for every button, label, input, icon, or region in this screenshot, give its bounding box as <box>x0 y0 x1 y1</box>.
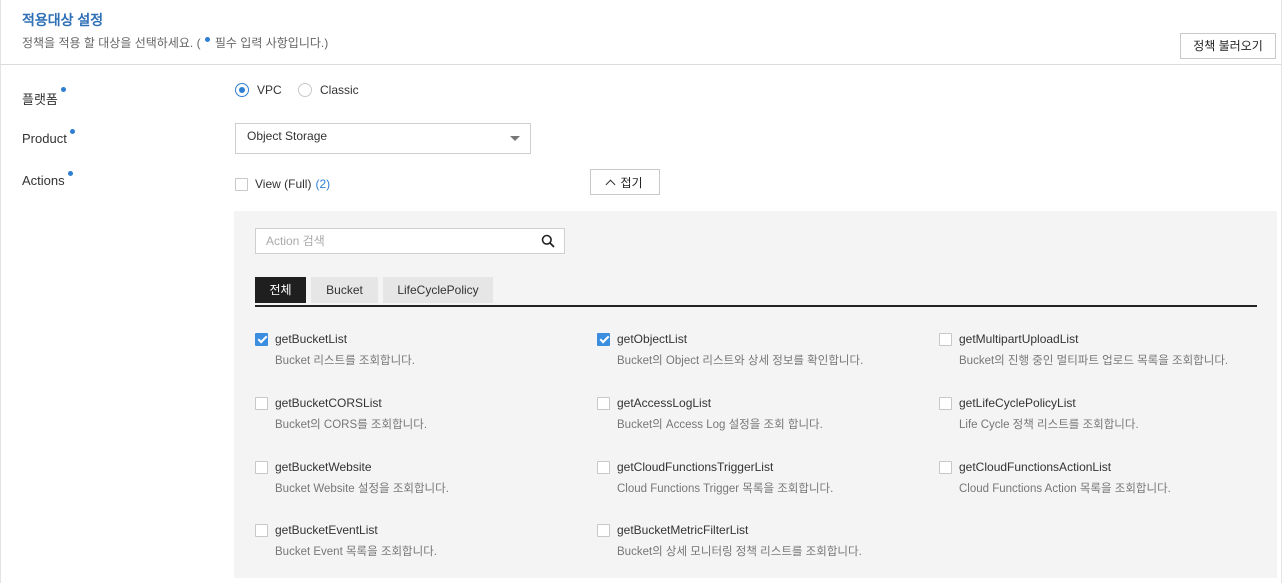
checkbox-checked-icon <box>597 332 610 346</box>
radio-classic[interactable]: Classic <box>298 83 359 97</box>
radio-circle-icon <box>235 83 249 97</box>
required-dot-icon <box>204 37 210 42</box>
action-name: getBucketCORSList <box>275 396 382 410</box>
search-icon[interactable] <box>541 234 555 248</box>
checkbox-icon <box>597 523 610 537</box>
action-desc: Bucket 리스트를 조회합니다. <box>275 355 415 367</box>
action-checkbox-row[interactable]: getAccessLogList <box>597 396 823 410</box>
action-item-getcloudfunctionstriggerlist: getCloudFunctionsTriggerList Cloud Funct… <box>597 460 833 496</box>
section-description-suffix: 필수 입력 사항입니다.) <box>211 36 329 50</box>
actions-label-text: Actions <box>22 173 65 188</box>
action-item-getbucketmetricfilterlist: getBucketMetricFilterList Bucket의 상세 모니터… <box>597 523 862 559</box>
action-item-getlifecyclepolicylist: getLifeCyclePolicyList Life Cycle 정책 리스트… <box>939 396 1139 432</box>
action-desc: Bucket Event 목록을 조회합니다. <box>275 546 437 558</box>
action-name: getBucketEventList <box>275 523 378 537</box>
action-checkbox-row[interactable]: getCloudFunctionsActionList <box>939 460 1171 474</box>
checkbox-checked-icon <box>255 332 268 346</box>
checkbox-icon <box>235 177 248 191</box>
tab-lifecyclepolicy[interactable]: LifeCyclePolicy <box>383 277 493 303</box>
action-checkbox-row[interactable]: getBucketMetricFilterList <box>597 523 862 537</box>
action-search-input[interactable] <box>256 229 536 253</box>
checkbox-icon <box>597 396 610 410</box>
section-description-text: 정책을 적용 할 대상을 선택하세요. ( <box>22 36 201 50</box>
action-name: getLifeCyclePolicyList <box>959 396 1076 410</box>
action-item-getbucketlist: getBucketList Bucket 리스트를 조회합니다. <box>255 332 415 368</box>
checkbox-icon <box>255 396 268 410</box>
checkbox-icon <box>939 396 952 410</box>
action-name: getAccessLogList <box>617 396 712 410</box>
checkbox-icon <box>255 523 268 537</box>
action-item-getobjectlist: getObjectList Bucket의 Object 리스트와 상세 정보를… <box>597 332 863 368</box>
radio-vpc[interactable]: VPC <box>235 83 282 97</box>
action-desc: Life Cycle 정책 리스트를 조회합니다. <box>959 419 1139 431</box>
frame-left-border <box>0 0 1 583</box>
action-checkbox-row[interactable]: getLifeCyclePolicyList <box>939 396 1139 410</box>
tab-all[interactable]: 전체 <box>255 277 306 303</box>
checkbox-icon <box>255 460 268 474</box>
action-checkbox-row[interactable]: getBucketList <box>255 332 415 346</box>
action-name: getBucketWebsite <box>275 460 372 474</box>
caret-down-icon <box>510 136 520 141</box>
checkbox-icon <box>597 460 610 474</box>
radio-circle-icon <box>298 83 312 97</box>
product-label-text: Product <box>22 131 67 146</box>
product-select[interactable]: Object Storage <box>235 123 531 154</box>
load-policy-button[interactable]: 정책 불러오기 <box>1180 33 1276 59</box>
view-full-checkbox[interactable]: View (Full) (2) <box>235 177 330 191</box>
action-item-getmultipartuploadlist: getMultipartUploadList Bucket의 진행 중인 멀티파… <box>939 332 1228 368</box>
action-search-box <box>255 228 565 254</box>
chevron-up-icon <box>606 179 616 189</box>
action-item-getaccessloglist: getAccessLogList Bucket의 Access Log 설정을 … <box>597 396 823 432</box>
collapse-button[interactable]: 접기 <box>590 169 660 195</box>
action-name: getObjectList <box>617 332 688 346</box>
action-desc: Cloud Functions Trigger 목록을 조회합니다. <box>617 483 834 495</box>
action-item-getbucketeventlist: getBucketEventList Bucket Event 목록을 조회합니… <box>255 523 437 559</box>
required-dot-icon <box>67 171 73 176</box>
action-name: getBucketMetricFilterList <box>617 523 749 537</box>
action-name: getBucketList <box>275 332 348 346</box>
section-description: 정책을 적용 할 대상을 선택하세요. ( 필수 입력 사항입니다.) <box>22 34 328 51</box>
action-tabs: 전체 Bucket LifeCyclePolicy <box>255 277 1257 307</box>
platform-label-text: 플랫폼 <box>22 92 58 107</box>
action-desc: Bucket의 Access Log 설정을 조회 합니다. <box>617 419 823 431</box>
action-checkbox-row[interactable]: getBucketCORSList <box>255 396 427 410</box>
action-name: getCloudFunctionsActionList <box>959 460 1112 474</box>
view-full-label: View (Full) <box>255 177 312 191</box>
radio-classic-label: Classic <box>320 83 359 97</box>
action-desc: Bucket의 Object 리스트와 상세 정보를 확인합니다. <box>617 355 864 367</box>
radio-vpc-label: VPC <box>257 83 282 97</box>
action-desc: Bucket의 진행 중인 멀티파트 업로드 목록을 조회합니다. <box>959 355 1229 367</box>
action-desc: Bucket Website 설정을 조회합니다. <box>275 483 449 495</box>
collapse-button-label: 접기 <box>620 175 643 190</box>
view-full-count: (2) <box>315 177 331 191</box>
platform-label: 플랫폼 <box>22 87 66 108</box>
action-checkbox-row[interactable]: getBucketEventList <box>255 523 437 537</box>
checkbox-icon <box>939 332 952 346</box>
action-checkbox-row[interactable]: getBucketWebsite <box>255 460 449 474</box>
section-title: 적용대상 설정 <box>22 12 104 28</box>
required-dot-icon <box>60 87 66 92</box>
action-item-getbucketwebsite: getBucketWebsite Bucket Website 설정을 조회합니… <box>255 460 449 496</box>
section-header: 적용대상 설정 정책을 적용 할 대상을 선택하세요. ( 필수 입력 사항입니… <box>0 0 1282 65</box>
action-item-getcloudfunctionsactionlist: getCloudFunctionsActionList Cloud Functi… <box>939 460 1171 496</box>
action-checkbox-row[interactable]: getCloudFunctionsTriggerList <box>597 460 833 474</box>
action-checkbox-row[interactable]: getObjectList <box>597 332 863 346</box>
product-label: Product <box>22 129 75 146</box>
action-desc: Bucket의 CORS를 조회합니다. <box>275 419 428 431</box>
action-checkbox-row[interactable]: getMultipartUploadList <box>939 332 1228 346</box>
product-select-value: Object Storage <box>247 129 328 143</box>
checkbox-icon <box>939 460 952 474</box>
required-dot-icon <box>69 129 75 134</box>
action-name: getMultipartUploadList <box>959 332 1079 346</box>
action-desc: Cloud Functions Action 목록을 조회합니다. <box>959 483 1171 495</box>
action-desc: Bucket의 상세 모니터링 정책 리스트를 조회합니다. <box>617 546 862 558</box>
action-name: getCloudFunctionsTriggerList <box>617 460 774 474</box>
actions-label: Actions <box>22 171 73 188</box>
tab-bucket[interactable]: Bucket <box>311 277 378 303</box>
action-item-getbucketcorslist: getBucketCORSList Bucket의 CORS를 조회합니다. <box>255 396 427 432</box>
